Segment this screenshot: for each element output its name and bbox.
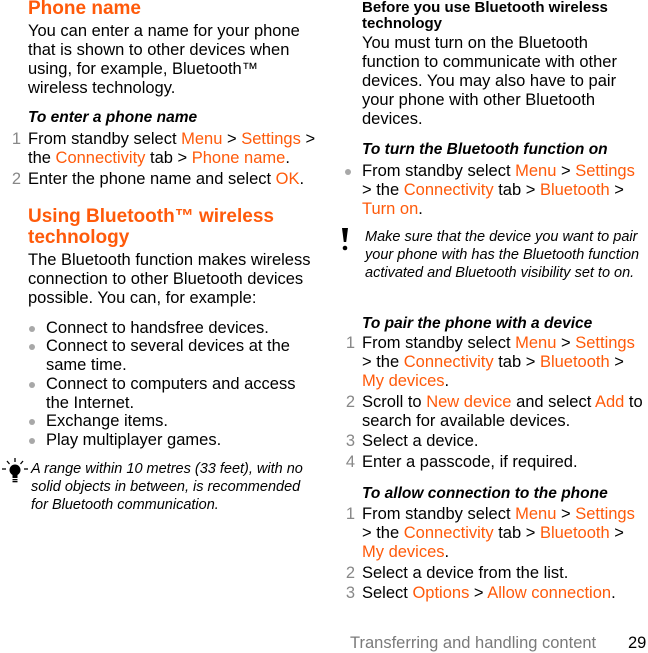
heading-using-bluetooth: Using Bluetooth™ wireless technology <box>28 206 274 248</box>
add-link[interactable]: Add <box>595 393 624 411</box>
footer-section-title: Transferring and handling content <box>350 634 597 652</box>
subheading-enter-phone-name: To enter a phone name <box>28 109 198 126</box>
bullet-icon <box>29 382 35 388</box>
menu-link[interactable]: Menu <box>515 162 556 180</box>
step-1-enter-phone-name: 1 From standby select Menu > Settings > … <box>12 130 318 168</box>
phone-name-paragraph: You can enter a name for your phone that… <box>28 22 300 97</box>
step-number: 3 <box>345 584 355 602</box>
menu-link[interactable]: Menu <box>181 130 222 148</box>
bluetooth-link[interactable]: Bluetooth <box>540 181 610 199</box>
bluetooth-link[interactable]: Bluetooth <box>540 353 610 371</box>
settings-link[interactable]: Settings <box>575 334 635 352</box>
connectivity-link[interactable]: Connectivity <box>404 353 494 371</box>
heading-before-bluetooth: Before you use Bluetooth wireless techno… <box>362 0 608 32</box>
turn-on-bluetooth-step: From standby select Menu > Settings > th… <box>345 162 647 219</box>
step-3-allow: 3 Select Options > Allow connection. <box>346 584 647 603</box>
ok-link[interactable]: OK <box>276 170 300 188</box>
bullet-icon <box>29 326 35 332</box>
warning-note: Make sure that the device you want to pa… <box>365 229 640 281</box>
bullet-icon <box>29 344 35 350</box>
step-2-pair: 2 Scroll to New device and select Add to… <box>346 393 647 431</box>
my-devices-link[interactable]: My devices <box>362 543 445 561</box>
subheading-allow-connection: To allow connection to the phone <box>362 485 608 502</box>
bullet-item: Play multiplayer games. <box>29 431 321 450</box>
tip-note: A range within 10 metres (33 feet), with… <box>31 461 303 513</box>
step-3-pair: 3 Select a device. <box>346 432 647 451</box>
settings-link[interactable]: Settings <box>241 130 301 148</box>
bullet-icon <box>29 419 35 425</box>
bluetooth-link[interactable]: Bluetooth <box>540 524 610 542</box>
step-number: 1 <box>345 334 355 352</box>
step-number: 2 <box>345 393 355 411</box>
step-number: 2 <box>11 170 21 188</box>
step-2-enter-phone-name: 2 Enter the phone name and select OK. <box>12 170 318 189</box>
my-devices-link[interactable]: My devices <box>362 372 445 390</box>
phone-name-link[interactable]: Phone name <box>192 149 286 167</box>
bullet-icon <box>345 169 351 175</box>
bullet-item: Exchange items. <box>29 412 321 431</box>
step-2-allow: 2 Select a device from the list. <box>346 564 647 583</box>
lightbulb-icon <box>2 458 28 491</box>
new-device-link[interactable]: New device <box>426 393 511 411</box>
connectivity-link[interactable]: Connectivity <box>56 149 146 167</box>
settings-link[interactable]: Settings <box>575 162 635 180</box>
subheading-pair-phone: To pair the phone with a device <box>362 315 593 332</box>
step-number: 3 <box>345 432 355 450</box>
exclamation-icon <box>340 227 350 258</box>
bullet-icon <box>29 438 35 444</box>
menu-link[interactable]: Menu <box>515 505 556 523</box>
step-number: 4 <box>345 453 355 471</box>
subheading-turn-on-bluetooth: To turn the Bluetooth function on <box>362 141 608 158</box>
turn-on-link[interactable]: Turn on <box>362 200 418 218</box>
step-number: 1 <box>345 505 355 523</box>
step-1-allow: 1 From standby select Menu > Settings > … <box>346 505 647 562</box>
connectivity-link[interactable]: Connectivity <box>404 181 494 199</box>
bullet-item: Connect to several devices at the same t… <box>29 337 316 375</box>
connectivity-link[interactable]: Connectivity <box>404 524 494 542</box>
bullet-item: Connect to computers and access the Inte… <box>29 375 321 413</box>
step-4-pair: 4 Enter a passcode, if required. <box>346 453 647 472</box>
heading-phone-name: Phone name <box>28 0 141 19</box>
settings-link[interactable]: Settings <box>575 505 635 523</box>
allow-connection-link[interactable]: Allow connection <box>487 584 611 602</box>
step-number: 1 <box>11 130 21 148</box>
step-number: 2 <box>345 564 355 582</box>
step-1-pair: 1 From standby select Menu > Settings > … <box>346 334 647 391</box>
options-link[interactable]: Options <box>412 584 469 602</box>
before-bluetooth-paragraph: You must turn on the Bluetooth function … <box>362 34 617 128</box>
bluetooth-paragraph: The Bluetooth function makes wireless co… <box>28 251 311 307</box>
menu-link[interactable]: Menu <box>515 334 556 352</box>
bullet-item: Connect to handsfree devices. <box>29 319 321 338</box>
page-number: 29 <box>628 634 647 652</box>
